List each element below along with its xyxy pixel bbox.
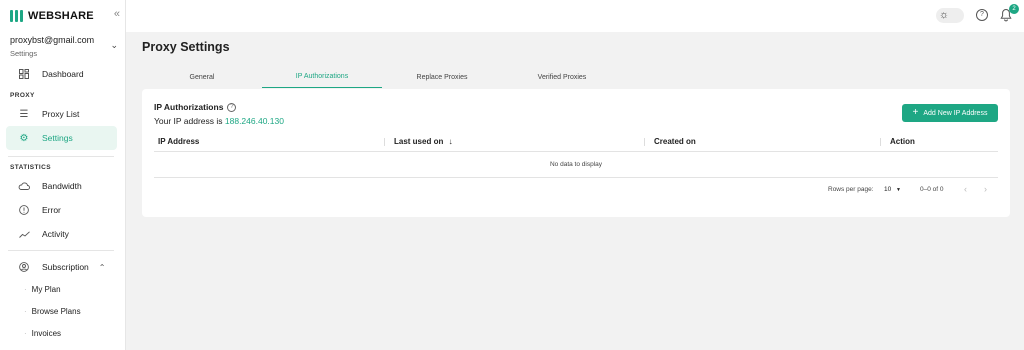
bullet-icon: · bbox=[24, 307, 27, 316]
sidebar-item-label: Subscription bbox=[42, 262, 89, 272]
theme-toggle[interactable]: ☼ bbox=[936, 8, 964, 23]
caret-down-icon: ▼ bbox=[896, 187, 901, 193]
chevron-up-icon: ⌃ bbox=[98, 262, 106, 272]
sidebar-item-label: Settings bbox=[42, 133, 73, 143]
add-new-ip-label: Add New IP Address bbox=[923, 109, 988, 117]
sidebar-item-proxy-list[interactable]: ☰ Proxy List bbox=[6, 102, 117, 126]
settings-tabs: General IP Authorizations Replace Proxie… bbox=[142, 66, 1010, 88]
sidebar: WEBSHARE « proxybst@gmail.com Settings ⌄… bbox=[0, 0, 126, 350]
column-header-last-used[interactable]: Last used on ↓ bbox=[394, 137, 453, 146]
sidebar-item-label: Activity bbox=[42, 229, 69, 239]
account-context: Settings bbox=[10, 49, 38, 58]
column-header-action: Action bbox=[890, 137, 915, 146]
column-separator bbox=[384, 138, 385, 146]
brand-logo[interactable]: WEBSHARE « bbox=[10, 8, 122, 24]
sidebar-item-settings[interactable]: ⚙ Settings bbox=[6, 126, 117, 150]
sidebar-item-label: Dashboard bbox=[42, 69, 84, 79]
user-circle-icon bbox=[6, 262, 42, 272]
collapse-sidebar-icon[interactable]: « bbox=[114, 8, 120, 20]
sidebar-subitem-label: Invoices bbox=[31, 329, 62, 338]
tab-verified-proxies[interactable]: Verified Proxies bbox=[502, 66, 622, 88]
column-header-created-on[interactable]: Created on bbox=[654, 137, 696, 146]
sun-icon: ☼ bbox=[939, 9, 950, 21]
card-title-text: IP Authorizations bbox=[154, 102, 224, 112]
empty-state-text: No data to display bbox=[549, 161, 603, 168]
sort-down-icon: ↓ bbox=[448, 137, 453, 146]
notification-count-badge: 2 bbox=[1009, 4, 1019, 14]
sidebar-item-label: Proxy List bbox=[42, 109, 80, 119]
sidebar-subitem-browse-plans[interactable]: · Browse Plans bbox=[24, 307, 81, 316]
pagination-range: 0–0 of 0 bbox=[920, 186, 944, 193]
current-ip-line: Your IP address is 188.246.40.130 bbox=[154, 116, 284, 126]
gear-icon: ⚙ bbox=[19, 132, 29, 144]
logo-mark-icon bbox=[10, 10, 23, 22]
rows-per-page-select[interactable]: 10 ▼ bbox=[884, 186, 901, 193]
alert-icon bbox=[6, 205, 42, 215]
tab-replace-proxies[interactable]: Replace Proxies bbox=[382, 66, 502, 88]
sidebar-item-label: Bandwidth bbox=[42, 181, 82, 191]
column-separator bbox=[880, 138, 881, 146]
column-header-ip-address[interactable]: IP Address bbox=[158, 137, 199, 146]
sidebar-item-label: Error bbox=[42, 205, 61, 215]
table-pagination: Rows per page: 10 ▼ 0–0 of 0 ‹ › bbox=[154, 178, 998, 202]
card-title: IP Authorizations ? bbox=[154, 102, 237, 112]
sidebar-divider bbox=[8, 250, 114, 251]
account-email: proxybst@gmail.com bbox=[10, 35, 95, 45]
ip-prefix: Your IP address is bbox=[154, 116, 223, 126]
add-new-ip-button[interactable]: + Add New IP Address bbox=[902, 104, 998, 122]
tab-general[interactable]: General bbox=[142, 66, 262, 88]
account-switcher[interactable]: proxybst@gmail.com Settings ⌄ bbox=[10, 35, 118, 58]
sidebar-item-error[interactable]: Error bbox=[6, 198, 117, 222]
sidebar-item-subscription[interactable]: Subscription ⌃ bbox=[6, 255, 117, 279]
help-icon[interactable]: ? bbox=[976, 9, 988, 21]
empty-table-row: No data to display bbox=[154, 152, 998, 178]
dashboard-icon bbox=[6, 69, 42, 79]
sidebar-subitem-label: My Plan bbox=[31, 285, 61, 294]
next-page-icon[interactable]: › bbox=[984, 184, 987, 194]
previous-page-icon[interactable]: ‹ bbox=[964, 184, 967, 194]
current-ip-address: 188.246.40.130 bbox=[224, 116, 284, 126]
bullet-icon: · bbox=[24, 285, 27, 294]
column-separator bbox=[644, 138, 645, 146]
ip-authorizations-table: IP Address Last used on ↓ Created on Act… bbox=[154, 132, 998, 202]
sidebar-subitem-label: Browse Plans bbox=[31, 307, 81, 316]
section-label-statistics: STATISTICS bbox=[10, 164, 51, 171]
ip-authorizations-card: IP Authorizations ? Your IP address is 1… bbox=[142, 89, 1010, 217]
rows-per-page-label: Rows per page: bbox=[828, 186, 874, 193]
list-icon: ☰ bbox=[19, 108, 29, 120]
trend-icon bbox=[6, 230, 42, 238]
column-header-label: Last used on bbox=[394, 137, 444, 146]
cloud-icon bbox=[6, 182, 42, 190]
page-title: Proxy Settings bbox=[142, 40, 230, 54]
rows-per-page-value: 10 bbox=[884, 186, 892, 193]
chevron-down-icon: ⌄ bbox=[110, 40, 118, 50]
sidebar-subitem-my-plan[interactable]: · My Plan bbox=[24, 285, 61, 294]
sidebar-item-activity[interactable]: Activity bbox=[6, 222, 117, 246]
sidebar-subitem-invoices[interactable]: · Invoices bbox=[24, 329, 61, 338]
section-label-proxy: PROXY bbox=[10, 92, 35, 99]
table-header: IP Address Last used on ↓ Created on Act… bbox=[154, 132, 998, 152]
bullet-icon: · bbox=[24, 329, 27, 338]
tab-ip-authorizations[interactable]: IP Authorizations bbox=[262, 66, 382, 88]
sidebar-divider bbox=[8, 156, 114, 157]
sidebar-item-bandwidth[interactable]: Bandwidth bbox=[6, 174, 117, 198]
plus-icon: + bbox=[912, 107, 919, 118]
help-icon[interactable]: ? bbox=[227, 102, 237, 112]
sidebar-item-dashboard[interactable]: Dashboard bbox=[6, 62, 117, 86]
top-bar: ☼ ? 2 bbox=[126, 0, 1024, 32]
brand-name: WEBSHARE bbox=[28, 10, 94, 22]
